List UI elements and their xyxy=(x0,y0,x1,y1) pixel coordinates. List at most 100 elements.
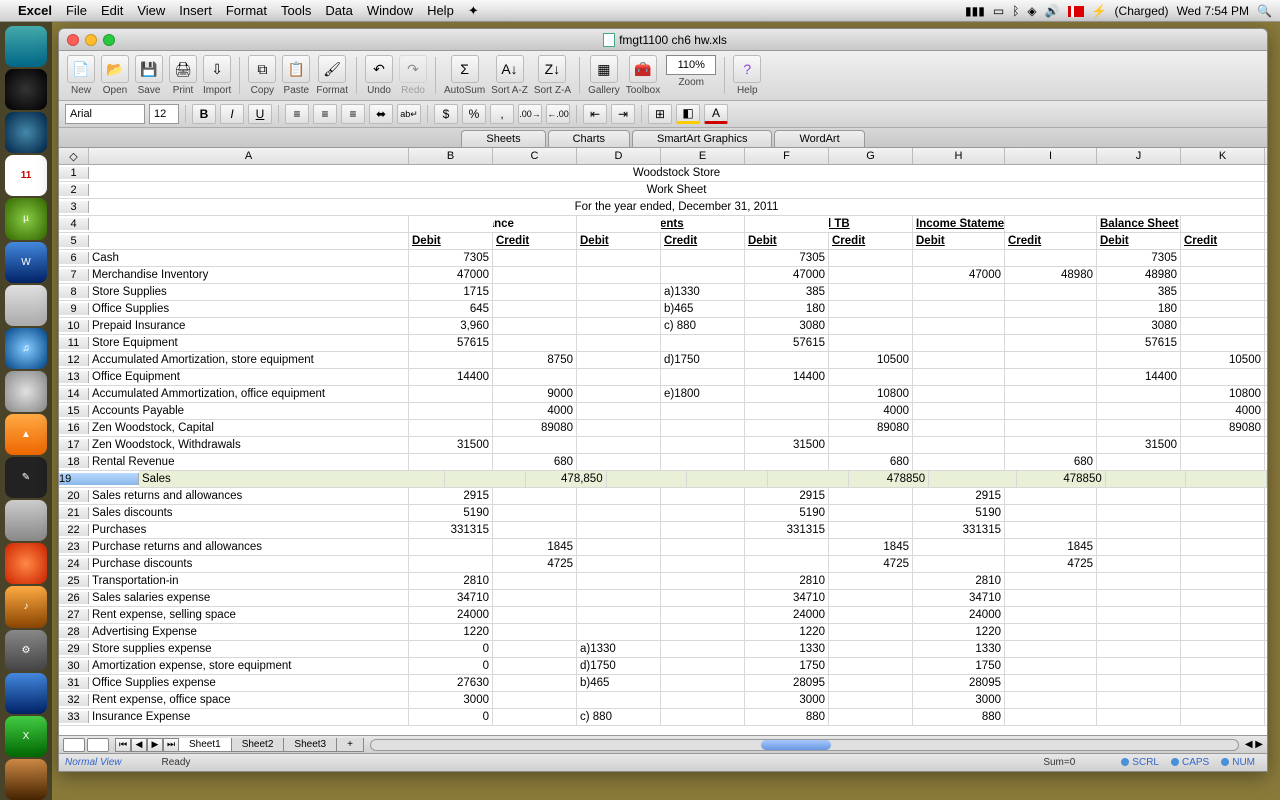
cell[interactable] xyxy=(1097,675,1181,691)
cell[interactable] xyxy=(1181,437,1265,453)
cell[interactable] xyxy=(577,335,661,351)
cell[interactable]: Accumulated Ammortization, office equipm… xyxy=(89,386,409,402)
cell[interactable] xyxy=(577,488,661,504)
cell[interactable] xyxy=(409,403,493,419)
menu-data[interactable]: Data xyxy=(325,3,352,18)
cell[interactable]: Credit xyxy=(1181,233,1265,249)
cell[interactable]: Office Equipment xyxy=(89,369,409,385)
cell[interactable] xyxy=(1181,216,1265,232)
cell[interactable] xyxy=(745,386,829,402)
grid-body[interactable]: 1Woodstock Store2Work Sheet3For the year… xyxy=(59,165,1267,735)
cell[interactable] xyxy=(768,471,849,487)
row-header[interactable]: 29 xyxy=(59,643,89,655)
dock-firefox-icon[interactable] xyxy=(5,543,47,584)
cell[interactable]: Debit xyxy=(409,233,493,249)
cell[interactable] xyxy=(409,454,493,470)
cell[interactable] xyxy=(1181,675,1265,691)
cell[interactable]: 34710 xyxy=(409,590,493,606)
cell[interactable] xyxy=(913,420,1005,436)
cell[interactable]: 3,960 xyxy=(409,318,493,334)
cell[interactable] xyxy=(829,437,913,453)
cell[interactable] xyxy=(829,692,913,708)
cell[interactable] xyxy=(1097,692,1181,708)
cell[interactable]: 1715 xyxy=(409,284,493,300)
cell[interactable] xyxy=(829,607,913,623)
cell[interactable] xyxy=(1181,505,1265,521)
script-icon[interactable]: ✦ xyxy=(468,3,479,19)
cell[interactable] xyxy=(493,692,577,708)
cell[interactable] xyxy=(1181,454,1265,470)
cell[interactable] xyxy=(577,216,661,232)
cell[interactable] xyxy=(661,624,745,640)
cell[interactable] xyxy=(1005,522,1097,538)
cell[interactable] xyxy=(829,318,913,334)
cell[interactable]: 0 xyxy=(409,641,493,657)
cell[interactable]: d)1750 xyxy=(661,352,745,368)
volume-icon[interactable]: 🔊 xyxy=(1045,4,1060,18)
cell[interactable] xyxy=(829,641,913,657)
cell[interactable] xyxy=(577,318,661,334)
new-button[interactable]: 📄 xyxy=(67,55,95,83)
cell[interactable] xyxy=(745,352,829,368)
row-header[interactable]: 6 xyxy=(59,252,89,264)
cell[interactable]: 1750 xyxy=(913,658,1005,674)
cell[interactable] xyxy=(661,250,745,266)
row-header[interactable]: 27 xyxy=(59,609,89,621)
cell[interactable]: Purchase returns and allowances xyxy=(89,539,409,555)
cell[interactable]: 89080 xyxy=(493,420,577,436)
menu-edit[interactable]: Edit xyxy=(101,3,123,18)
cell[interactable]: Sales salaries expense xyxy=(89,590,409,606)
cell[interactable] xyxy=(1097,590,1181,606)
dock-app2-icon[interactable] xyxy=(5,673,47,714)
cell[interactable] xyxy=(1097,658,1181,674)
cell[interactable] xyxy=(1005,607,1097,623)
tab-nav-prev[interactable]: ◀ xyxy=(131,738,147,752)
cell[interactable]: 880 xyxy=(745,709,829,725)
row-header[interactable]: 21 xyxy=(59,507,89,519)
cell[interactable]: 5190 xyxy=(913,505,1005,521)
cell[interactable]: Transportation-in xyxy=(89,573,409,589)
print-button[interactable]: 🖨 xyxy=(169,55,197,83)
cell[interactable] xyxy=(1097,505,1181,521)
cell[interactable]: 9000 xyxy=(493,386,577,402)
cell[interactable]: Office Supplies expense xyxy=(89,675,409,691)
cell[interactable] xyxy=(577,403,661,419)
cell[interactable]: 3080 xyxy=(745,318,829,334)
minimize-button[interactable] xyxy=(85,34,97,46)
cell[interactable]: Store Equipment xyxy=(89,335,409,351)
horizontal-scrollbar[interactable] xyxy=(370,739,1239,751)
cell[interactable]: Balance Sheet xyxy=(1097,216,1181,232)
dock-app1-icon[interactable] xyxy=(5,285,47,326)
menu-format[interactable]: Format xyxy=(226,3,267,18)
row-header[interactable]: 10 xyxy=(59,320,89,332)
cell[interactable]: 331315 xyxy=(913,522,1005,538)
cell[interactable] xyxy=(577,573,661,589)
cell[interactable] xyxy=(577,267,661,283)
cell[interactable]: 47000 xyxy=(745,267,829,283)
cell[interactable] xyxy=(661,403,745,419)
cell[interactable] xyxy=(1005,624,1097,640)
align-right-button[interactable]: ≡ xyxy=(341,104,365,124)
undo-button[interactable]: ↶ xyxy=(365,55,393,83)
col-header-f[interactable]: F xyxy=(745,148,829,164)
cell[interactable]: 89080 xyxy=(829,420,913,436)
cell[interactable]: Rental Revenue xyxy=(89,454,409,470)
cell[interactable] xyxy=(1181,267,1265,283)
row-header[interactable]: 31 xyxy=(59,677,89,689)
cell[interactable]: 4725 xyxy=(829,556,913,572)
cell[interactable]: 680 xyxy=(1005,454,1097,470)
sheet-tab-2[interactable]: Sheet2 xyxy=(231,738,285,752)
display-icon[interactable]: ▭ xyxy=(993,4,1004,18)
increase-indent-button[interactable]: ⇥ xyxy=(611,104,635,124)
cell[interactable] xyxy=(1181,539,1265,555)
cell[interactable]: 57615 xyxy=(409,335,493,351)
cell[interactable] xyxy=(929,471,1017,487)
cell[interactable] xyxy=(829,250,913,266)
cell[interactable] xyxy=(1005,335,1097,351)
cell[interactable] xyxy=(913,335,1005,351)
cell[interactable]: 14400 xyxy=(745,369,829,385)
cell[interactable] xyxy=(493,318,577,334)
select-all-corner[interactable]: ◇ xyxy=(59,148,89,164)
col-header-a[interactable]: A xyxy=(89,148,409,164)
flag-icon[interactable] xyxy=(1068,4,1084,18)
